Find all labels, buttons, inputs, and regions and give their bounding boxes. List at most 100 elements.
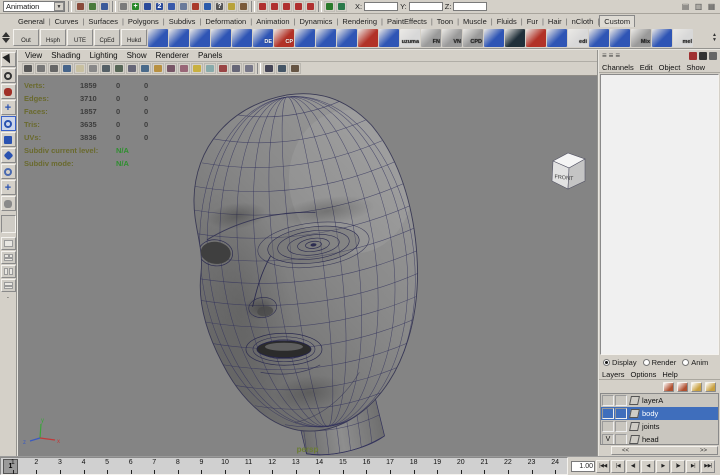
- last-tool-icon[interactable]: [0, 196, 16, 211]
- time-slider-frame-20[interactable]: 20: [449, 458, 473, 474]
- poly-grid-c-shelf-item[interactable]: [295, 28, 315, 47]
- shelf-button-ute[interactable]: UTE: [67, 29, 93, 46]
- layer-mode-radio-display[interactable]: Display: [603, 358, 637, 367]
- shelf-tab-rendering[interactable]: Rendering: [338, 16, 381, 27]
- mel-page-shelf-item[interactable]: mel: [673, 28, 693, 47]
- bounding-box-icon[interactable]: [165, 63, 177, 74]
- poly-pair-c-shelf-item[interactable]: [652, 28, 672, 47]
- time-slider-frame-8[interactable]: 8: [166, 458, 190, 474]
- snap-curve-icon[interactable]: [269, 1, 280, 12]
- smooth-shade-icon[interactable]: [139, 63, 151, 74]
- channel-layout-thin-icon[interactable]: ≡: [602, 51, 607, 61]
- layer-down-icon[interactable]: [677, 381, 688, 392]
- time-slider-frame-19[interactable]: 19: [425, 458, 449, 474]
- layer-list-scrollbar[interactable]: << >>: [611, 446, 718, 455]
- viewport-menu-view[interactable]: View: [25, 51, 42, 60]
- viewport-menu-renderer[interactable]: Renderer: [156, 51, 189, 60]
- wireframe-mode-icon[interactable]: [126, 63, 138, 74]
- globe-icon[interactable]: [202, 1, 213, 12]
- duplicate-icon[interactable]: [178, 1, 189, 12]
- layer-color-swatch[interactable]: [629, 409, 640, 418]
- highlight-icon[interactable]: [190, 1, 201, 12]
- snap-surface-icon[interactable]: [305, 1, 316, 12]
- shelf-tab-curves[interactable]: Curves: [51, 16, 83, 27]
- persp-outliner-layout-button[interactable]: [0, 265, 16, 278]
- step-forward-frame-button[interactable]: |▶: [671, 459, 685, 473]
- time-slider-frame-7[interactable]: 7: [142, 458, 166, 474]
- channel-box-list[interactable]: [600, 74, 719, 355]
- channel-box-menu-object[interactable]: Object: [659, 63, 681, 72]
- shelf-scroll-down-icon[interactable]: ▼: [712, 37, 717, 42]
- time-slider-frame-16[interactable]: 16: [355, 458, 379, 474]
- scroll-right-icon[interactable]: >>: [700, 448, 707, 454]
- layer-color-swatch[interactable]: [629, 435, 640, 444]
- front-cube-object[interactable]: FRONT: [551, 152, 586, 190]
- time-slider-frame-1[interactable]: 1: [1, 458, 25, 474]
- time-slider-frame-17[interactable]: 17: [378, 458, 402, 474]
- bucket-a-shelf-item[interactable]: [589, 28, 609, 47]
- time-slider-frame-22[interactable]: 22: [496, 458, 520, 474]
- go-to-end-button[interactable]: ▶▶|: [701, 459, 715, 473]
- mel-edi-shelf-item[interactable]: edi: [568, 28, 588, 47]
- layer-editor-menu-layers[interactable]: Layers: [602, 370, 625, 379]
- menu-set-selector[interactable]: Animation ▼: [3, 1, 65, 12]
- step-forward-key-button[interactable]: ▶|: [686, 459, 700, 473]
- new-scene-icon[interactable]: [75, 1, 86, 12]
- toggle-attribute-editor-icon[interactable]: ▤: [680, 1, 691, 12]
- poly-pair-a-shelf-item[interactable]: [484, 28, 504, 47]
- xray-icon[interactable]: [230, 63, 242, 74]
- layer-row-joints[interactable]: joints: [601, 420, 718, 433]
- mel-uzuma-shelf-item[interactable]: uzuma: [400, 28, 420, 47]
- layer-playback-cell[interactable]: [615, 408, 627, 419]
- layer-visibility-cell[interactable]: [602, 421, 614, 432]
- rotate-tool[interactable]: [0, 116, 16, 131]
- shelf-tab-deformation[interactable]: Deformation: [201, 16, 250, 27]
- splash-tool-shelf-item[interactable]: [526, 28, 546, 47]
- layer-visibility-cell[interactable]: [602, 395, 614, 406]
- soft-mod-tool[interactable]: [0, 164, 16, 179]
- lighting-all-icon[interactable]: [191, 63, 203, 74]
- grid-icon[interactable]: [35, 63, 47, 74]
- poly-rows-shelf-item[interactable]: [379, 28, 399, 47]
- select-hierarchy-icon[interactable]: [118, 1, 129, 12]
- open-scene-icon[interactable]: [87, 1, 98, 12]
- time-slider-frame-11[interactable]: 11: [237, 458, 261, 474]
- lock-icon[interactable]: [226, 1, 237, 12]
- fn-script-shelf-item[interactable]: FN: [421, 28, 441, 47]
- shelf-tab-subdivs[interactable]: Subdivs: [165, 16, 200, 27]
- paint-select-tool[interactable]: [0, 84, 16, 99]
- time-slider-frame-13[interactable]: 13: [284, 458, 308, 474]
- speed-state-icon[interactable]: [699, 52, 707, 60]
- pencil-edit-icon[interactable]: [142, 1, 153, 12]
- vn-script-shelf-item[interactable]: VN: [442, 28, 462, 47]
- layer-color-swatch[interactable]: [629, 396, 640, 405]
- coord-input[interactable]: [408, 2, 443, 11]
- universal-manipulator-tool[interactable]: [0, 148, 16, 163]
- viewport-canvas[interactable]: FRONT y x z Verts: 1859 0 0 Edges: 3710 0 0 Face…: [18, 76, 597, 456]
- shelf-tab-general[interactable]: General: [14, 16, 49, 27]
- channel-colors-icon[interactable]: [689, 52, 697, 60]
- shelf-button-hukd[interactable]: Hukd: [121, 29, 147, 46]
- shadows-icon[interactable]: [217, 63, 229, 74]
- time-slider-frame-5[interactable]: 5: [95, 458, 119, 474]
- shelf-tab-fluids[interactable]: Fluids: [493, 16, 521, 27]
- snap-point-icon[interactable]: [281, 1, 292, 12]
- time-slider-frame-24[interactable]: 24: [543, 458, 567, 474]
- circle-tool-shelf-item[interactable]: [505, 28, 525, 47]
- gate-mask-icon[interactable]: [74, 63, 86, 74]
- flat-shade-icon[interactable]: [152, 63, 164, 74]
- shelf-tab-ncloth[interactable]: nCloth: [568, 16, 598, 27]
- de-script-shelf-item[interactable]: DE: [253, 28, 273, 47]
- poly-tool-b-shelf-item[interactable]: [337, 28, 357, 47]
- safe-title-icon[interactable]: [113, 63, 125, 74]
- show-manipulator-tool[interactable]: +: [0, 180, 16, 195]
- new-layer-from-selected-icon[interactable]: [705, 381, 716, 392]
- bucket-b-shelf-item[interactable]: [610, 28, 630, 47]
- viewport-menu-lighting[interactable]: Lighting: [90, 51, 118, 60]
- coord-input[interactable]: [453, 2, 488, 11]
- snap-view-plane-icon[interactable]: [293, 1, 304, 12]
- output-connections-icon[interactable]: [336, 1, 347, 12]
- hyperbolic-slider-icon[interactable]: [709, 52, 717, 60]
- lighting-default-icon[interactable]: [204, 63, 216, 74]
- poly-grid-b-shelf-item[interactable]: [232, 28, 252, 47]
